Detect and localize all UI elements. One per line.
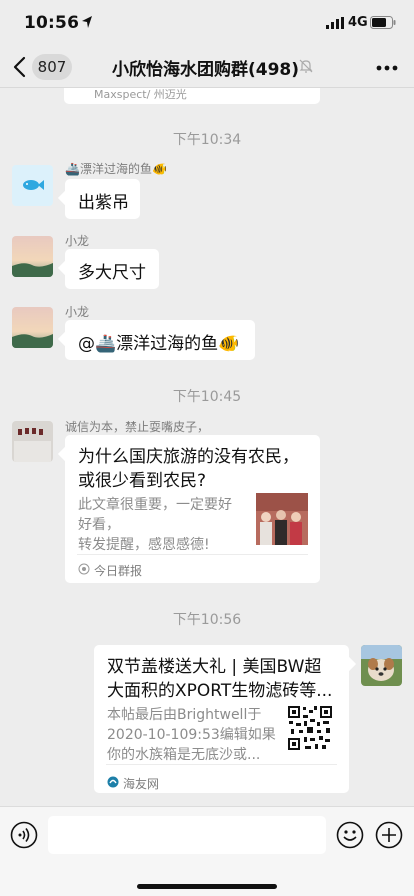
back-icon[interactable] bbox=[12, 56, 28, 78]
battery-icon bbox=[370, 16, 396, 29]
sunset-avatar-icon bbox=[12, 236, 53, 277]
link-card[interactable]: 双节盖楼送大礼 | 美国BW超 大面积的XPORT生物滤砖等... 本帖最后由B… bbox=[94, 645, 349, 793]
nav-bar: 807 小欣怡海水团购群(498) bbox=[0, 46, 414, 88]
timestamp: 下午10:34 bbox=[172, 132, 242, 148]
source-icon bbox=[107, 776, 119, 788]
sender-name: 小龙 bbox=[65, 234, 90, 248]
link-card-title: 为什么国庆旅游的没有农民， 或很少看到农民? bbox=[78, 447, 299, 491]
message-bubble[interactable]: 出紫吊 bbox=[65, 179, 140, 219]
link-card-thumbnail bbox=[256, 493, 308, 545]
status-bar: 10:56 4G bbox=[0, 0, 414, 46]
my-avatar[interactable] bbox=[361, 645, 402, 686]
avatar[interactable] bbox=[12, 165, 53, 206]
sender-name: 🚢漂洋过海的鱼🐠 bbox=[65, 162, 167, 176]
message-bubble[interactable]: 多大尺寸 bbox=[65, 249, 159, 289]
chat-title: 小欣怡海水团购群(498) bbox=[112, 60, 300, 80]
previous-message-snippet: Maxspect/ 州迈光 bbox=[94, 88, 187, 101]
link-card-description: 本帖最后由Brightwell于 2020-10-109:53编辑如果 你的水族… bbox=[107, 707, 276, 763]
location-arrow-icon bbox=[82, 16, 92, 28]
sunset-avatar-icon bbox=[12, 307, 53, 348]
link-card-divider bbox=[77, 554, 308, 555]
timestamp: 下午10:45 bbox=[172, 389, 242, 405]
crowd-thumbnail-icon bbox=[256, 493, 308, 545]
message-bubble[interactable]: @🚢漂洋过海的鱼🐠 bbox=[65, 320, 255, 360]
avatar[interactable] bbox=[12, 307, 53, 348]
home-indicator bbox=[137, 884, 277, 889]
sender-name: 诚信为本，禁止耍嘴皮子， bbox=[65, 420, 210, 434]
link-card-source: 海友网 bbox=[123, 777, 160, 791]
link-card-divider bbox=[106, 764, 337, 765]
unread-count-badge[interactable]: 807 bbox=[32, 54, 72, 80]
avatar[interactable] bbox=[12, 421, 53, 462]
input-bar bbox=[0, 806, 414, 896]
signal-icon bbox=[326, 17, 344, 29]
timestamp: 下午10:56 bbox=[172, 612, 242, 628]
avatar[interactable] bbox=[12, 236, 53, 277]
qr-code-icon bbox=[287, 705, 333, 751]
dog-avatar-icon bbox=[361, 645, 402, 686]
hands-avatar-icon bbox=[12, 421, 53, 462]
status-time: 10:56 bbox=[24, 13, 80, 33]
chat-area[interactable]: Maxspect/ 州迈光 下午10:34 🚢漂洋过海的鱼🐠 出紫吊 小龙 多大… bbox=[0, 88, 414, 806]
link-card[interactable]: 为什么国庆旅游的没有农民， 或很少看到农民? 此文章很重要，一定要好 好看， 转… bbox=[65, 435, 320, 583]
emoji-icon[interactable] bbox=[336, 821, 364, 849]
link-card-source: 今日群报 bbox=[94, 564, 143, 578]
message-text: 多大尺寸 bbox=[78, 263, 146, 283]
link-card-description: 此文章很重要，一定要好 好看， 转发提醒，感恩感德! bbox=[78, 497, 232, 553]
plus-icon[interactable] bbox=[375, 821, 403, 849]
more-icon[interactable] bbox=[376, 65, 398, 71]
mute-icon bbox=[299, 59, 313, 73]
link-card-title: 双节盖楼送大礼 | 美国BW超 大面积的XPORT生物滤砖等... bbox=[107, 657, 333, 701]
sender-name: 小龙 bbox=[65, 305, 90, 319]
link-card-thumbnail bbox=[287, 705, 333, 751]
fish-avatar-icon bbox=[12, 165, 53, 206]
source-icon bbox=[78, 563, 90, 575]
message-text: @🚢漂洋过海的鱼🐠 bbox=[78, 334, 240, 354]
network-label: 4G bbox=[348, 15, 368, 30]
voice-icon[interactable] bbox=[10, 821, 38, 849]
message-input[interactable] bbox=[48, 816, 326, 854]
message-text: 出紫吊 bbox=[78, 193, 129, 213]
previous-message-bubble[interactable]: Maxspect/ 州迈光 bbox=[64, 88, 320, 104]
